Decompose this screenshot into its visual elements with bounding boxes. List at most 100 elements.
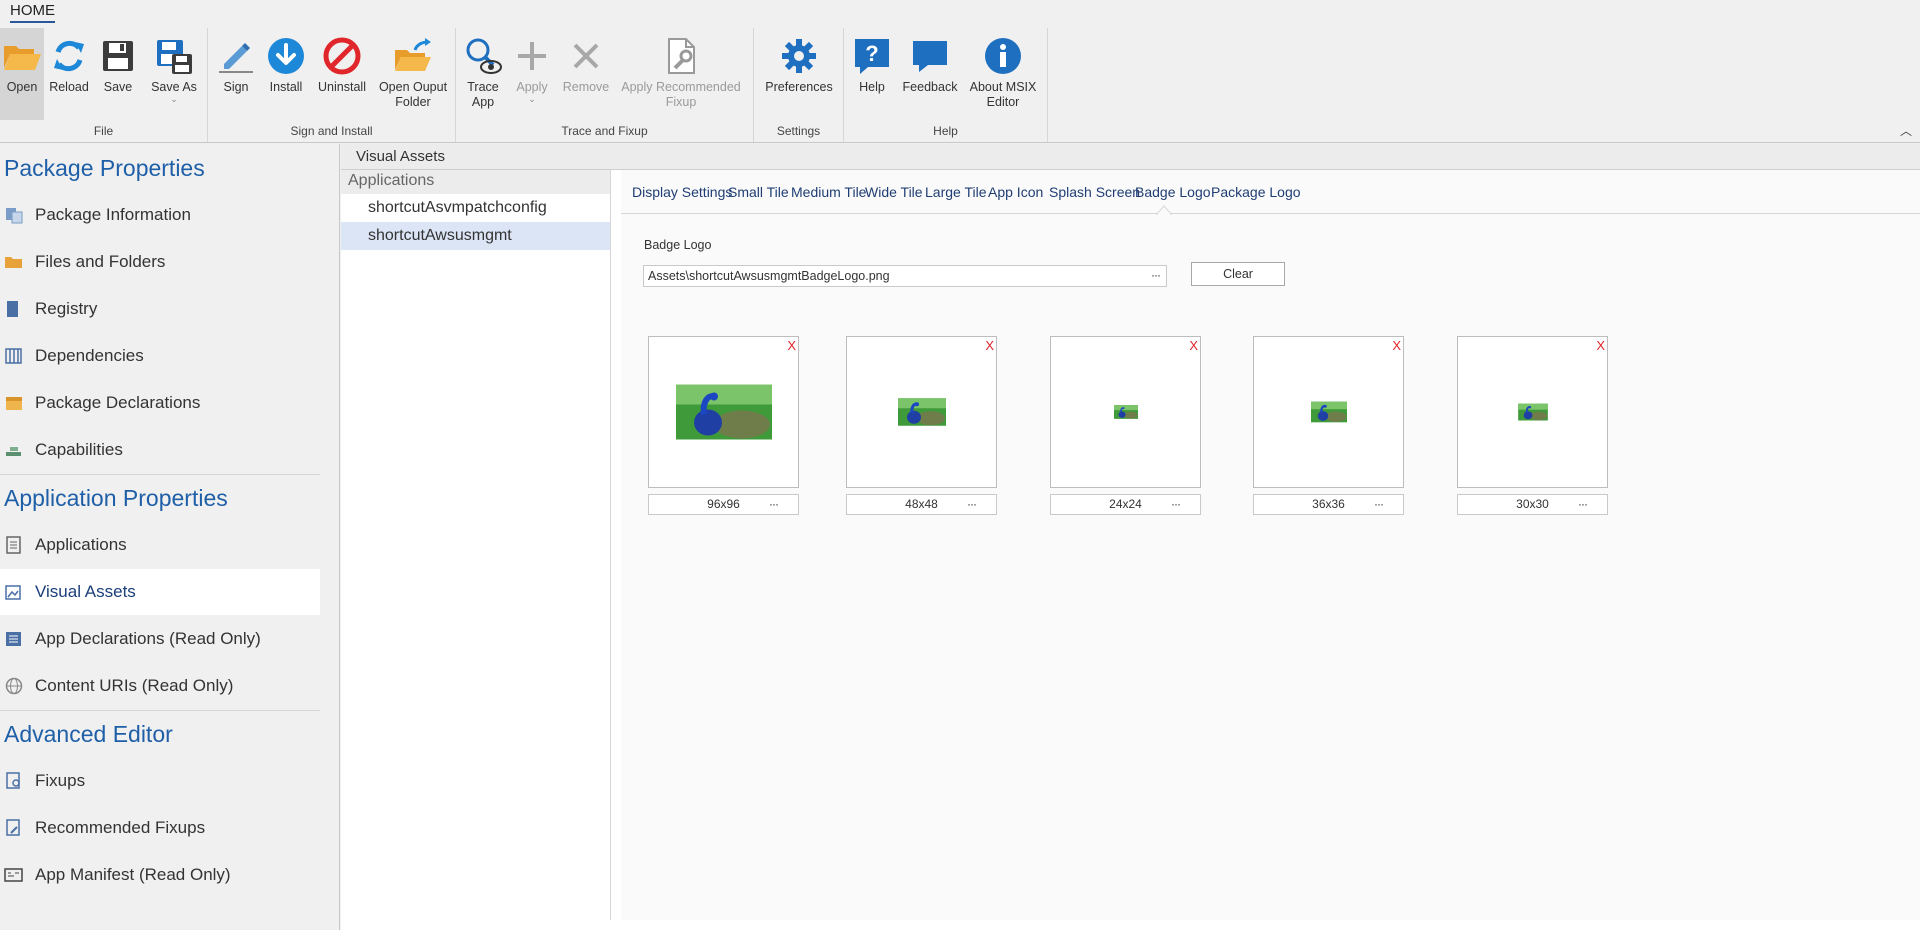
visual-assets-content: Display Settings Small Tile Medium Tile … — [621, 170, 1920, 920]
tab-app-icon[interactable]: App Icon — [988, 184, 1043, 200]
application-properties-title: Application Properties — [4, 485, 228, 511]
ribbon-tabbar: HOME — [0, 0, 1920, 26]
help-question-icon: ? — [855, 39, 889, 74]
nav-app-declarations[interactable]: App Declarations (Read Only) — [0, 616, 320, 662]
applications-icon — [6, 536, 21, 554]
open-output-folder-button[interactable]: Open Ouput Folder — [374, 28, 452, 120]
help-button[interactable]: ? Help — [850, 28, 894, 120]
peacock-image — [1113, 405, 1138, 419]
tab-medium-tile[interactable]: Medium Tile — [791, 184, 866, 200]
browse-button[interactable]: ··· — [1151, 268, 1161, 282]
asset-size-field[interactable]: 24x24 ··· — [1050, 494, 1201, 515]
asset-size-field[interactable]: 48x48 ··· — [846, 494, 997, 515]
collapse-ribbon-icon[interactable]: ︿ — [1900, 122, 1912, 139]
browse-button[interactable]: ··· — [1374, 495, 1384, 514]
remove-x-icon — [573, 43, 599, 69]
apply-recommended-fixup-button[interactable]: Apply Recommended Fixup — [618, 28, 744, 120]
nav-files-and-folders[interactable]: Files and Folders — [0, 239, 320, 285]
nav-applications[interactable]: Applications — [0, 522, 320, 568]
package-declarations-icon — [6, 397, 22, 410]
nav-registry[interactable]: Registry — [0, 286, 320, 332]
asset-preview: X — [648, 336, 799, 488]
open-button[interactable]: Open — [0, 28, 44, 120]
tab-splash-screen[interactable]: Splash Screen — [1049, 184, 1140, 200]
browse-button[interactable]: ··· — [1171, 495, 1181, 514]
asset-preview: X — [1253, 336, 1404, 488]
visual-assets-icon — [5, 585, 21, 600]
nav-recommended-fixups[interactable]: Recommended Fixups — [0, 805, 320, 851]
tab-package-logo[interactable]: Package Logo — [1211, 184, 1301, 200]
dependencies-icon — [5, 348, 22, 364]
application-item[interactable]: shortcutAsvmpatchconfig — [341, 194, 610, 222]
file-group-label: File — [93, 124, 114, 138]
save-as-button[interactable]: Save As ⌄ — [146, 28, 202, 120]
left-navigation: Package Properties Package Information F… — [0, 144, 340, 930]
asset-card: X 36x36 ··· — [1253, 336, 1404, 515]
nav-separator — [0, 710, 320, 711]
trace-app-button[interactable]: Trace App — [460, 28, 506, 120]
globe-icon — [5, 677, 23, 695]
nav-app-manifest[interactable]: App Manifest (Read Only) — [0, 852, 320, 898]
app-manifest-icon — [4, 868, 23, 882]
preferences-button[interactable]: Preferences — [760, 28, 838, 120]
peacock-image — [897, 398, 946, 426]
install-button[interactable]: Install — [264, 28, 308, 120]
asset-card: X 24x24 ··· — [1050, 336, 1201, 515]
settings-group: Preferences Settings — [754, 28, 844, 142]
feedback-button[interactable]: Feedback — [900, 28, 960, 120]
nav-dependencies[interactable]: Dependencies — [0, 333, 320, 379]
save-icon — [103, 41, 133, 71]
nav-separator — [0, 474, 320, 475]
asset-size-field[interactable]: 36x36 ··· — [1253, 494, 1404, 515]
remove-asset-icon[interactable]: X — [1596, 338, 1605, 353]
registry-icon — [7, 301, 18, 317]
badge-logo-path-input[interactable]: Assets\shortcutAwsusmgmtBadgeLogo.png ··… — [643, 265, 1167, 287]
nav-package-declarations[interactable]: Package Declarations — [0, 380, 320, 426]
nav-visual-assets[interactable]: Visual Assets — [0, 569, 320, 615]
asset-size-field[interactable]: 30x30 ··· — [1457, 494, 1608, 515]
main-panel: Visual Assets Applications shortcutAsvmp… — [341, 144, 1920, 930]
folder-share-icon — [395, 38, 431, 71]
application-item[interactable]: shortcutAwsusmgmt — [341, 222, 610, 250]
sign-install-group: Sign Install Uninstall Open Ouput Folder… — [208, 28, 456, 142]
package-info-icon — [6, 208, 23, 224]
tab-wide-tile[interactable]: Wide Tile — [865, 184, 923, 200]
remove-button[interactable]: Remove — [560, 28, 612, 120]
browse-button[interactable]: ··· — [769, 495, 779, 514]
nav-content-uris[interactable]: Content URIs (Read Only) — [0, 663, 320, 709]
nav-package-information[interactable]: Package Information — [0, 192, 320, 238]
trace-fixup-group-label: Trace and Fixup — [561, 124, 648, 138]
browse-button[interactable]: ··· — [1578, 495, 1588, 514]
tab-display-settings[interactable]: Display Settings — [632, 184, 732, 200]
fixups-icon — [6, 772, 20, 789]
nav-fixups[interactable]: Fixups — [0, 758, 320, 804]
uninstall-button[interactable]: Uninstall — [314, 28, 370, 120]
sign-button[interactable]: Sign — [214, 28, 258, 120]
tab-home[interactable]: HOME — [10, 2, 55, 23]
reload-button[interactable]: Reload — [46, 28, 92, 120]
tab-small-tile[interactable]: Small Tile — [728, 184, 789, 200]
save-button[interactable]: Save — [96, 28, 140, 120]
asset-size-field[interactable]: 96x96 ··· — [648, 494, 799, 515]
remove-asset-icon[interactable]: X — [1189, 338, 1198, 353]
nav-capabilities[interactable]: Capabilities — [0, 427, 320, 473]
ribbon: Open Reload Save Save As ⌄ File Sign Ins… — [0, 26, 1920, 143]
remove-asset-icon[interactable]: X — [985, 338, 994, 353]
tab-large-tile[interactable]: Large Tile — [925, 184, 986, 200]
apply-button[interactable]: Apply ⌄ — [510, 28, 554, 120]
sign-pen-icon — [219, 43, 253, 73]
about-msix-editor-button[interactable]: About MSIX Editor — [964, 28, 1042, 120]
chevron-down-icon: ⌄ — [528, 94, 536, 104]
clear-button[interactable]: Clear — [1191, 262, 1285, 286]
browse-button[interactable]: ··· — [967, 495, 977, 514]
remove-asset-icon[interactable]: X — [1392, 338, 1401, 353]
active-tab-pointer — [1156, 205, 1172, 215]
advanced-editor-title: Advanced Editor — [4, 721, 173, 747]
capabilities-icon — [6, 447, 21, 456]
remove-asset-icon[interactable]: X — [787, 338, 796, 353]
asset-preview: X — [1050, 336, 1201, 488]
asset-preview: X — [1457, 336, 1608, 488]
app-declarations-icon — [6, 632, 21, 646]
tab-badge-logo[interactable]: Badge Logo — [1135, 184, 1211, 200]
info-icon — [985, 38, 1021, 74]
